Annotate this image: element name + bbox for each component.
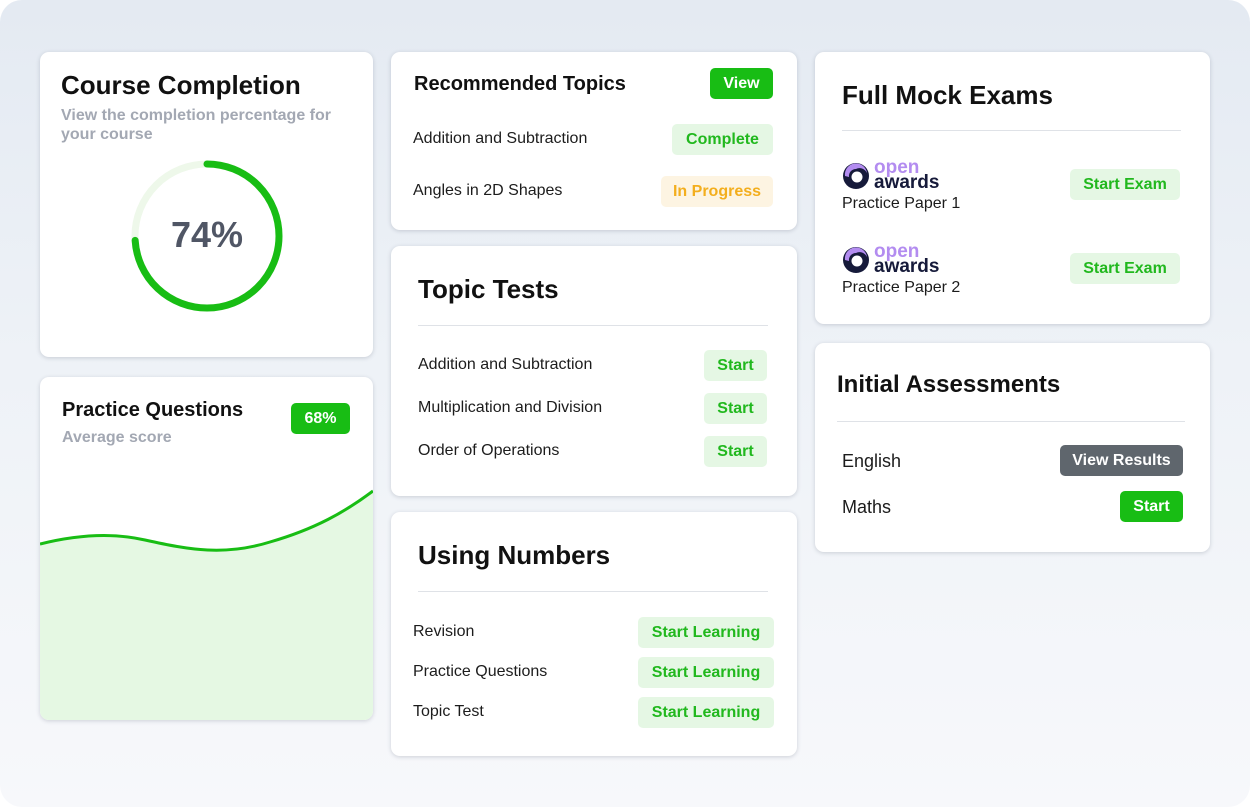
view-results-button[interactable]: View Results xyxy=(1060,445,1183,476)
topic-test-start-button[interactable]: Start xyxy=(704,436,767,467)
open-awards-logo-icon: open awards xyxy=(842,157,952,194)
completion-percent: 74% xyxy=(170,214,244,255)
topic-tests-divider xyxy=(418,325,768,326)
assessment-label: English xyxy=(842,451,902,471)
open-awards-mark-icon xyxy=(843,163,869,189)
using-numbers-label: Topic Test xyxy=(413,703,484,720)
recommended-topic-label: Angles in 2D Shapes xyxy=(413,182,563,199)
logo-awards-text: awards xyxy=(874,256,940,277)
course-completion-card: Course Completion View the completion pe… xyxy=(40,52,373,357)
start-learning-button[interactable]: Start Learning xyxy=(638,657,774,688)
assessment-label: Maths xyxy=(842,497,892,517)
view-topics-button[interactable]: View xyxy=(710,68,773,99)
practice-questions-card: Practice Questions Average score 68% xyxy=(40,377,373,720)
topic-test-start-button[interactable]: Start xyxy=(704,350,767,381)
open-awards-logo-icon: open awards xyxy=(842,241,952,278)
topic-tests-title: Topic Tests xyxy=(418,274,559,304)
topic-test-label: Order of Operations xyxy=(418,442,560,459)
using-numbers-divider xyxy=(418,591,768,592)
start-learning-button[interactable]: Start Learning xyxy=(638,617,774,648)
start-exam-button[interactable]: Start Exam xyxy=(1070,253,1180,284)
initial-assessments-card: Initial Assessments English View Results… xyxy=(815,343,1210,552)
topic-status-in-progress: In Progress xyxy=(661,176,773,207)
practice-paper-label: Practice Paper 1 xyxy=(842,195,961,212)
full-mock-exams-divider xyxy=(842,130,1181,131)
course-completion-title: Course Completion xyxy=(61,70,301,100)
recommended-topics-card: Recommended Topics View Addition and Sub… xyxy=(391,52,797,230)
initial-assessments-divider xyxy=(837,421,1185,422)
course-completion-subtitle: View the completion percentage for your … xyxy=(61,107,331,143)
start-learning-button[interactable]: Start Learning xyxy=(638,697,774,728)
topic-test-label: Multiplication and Division xyxy=(418,399,603,416)
full-mock-exams-title: Full Mock Exams xyxy=(842,80,1053,110)
full-mock-exams-card: Full Mock Exams open awards Practice Pap… xyxy=(815,52,1210,324)
topic-test-label: Addition and Subtraction xyxy=(418,356,593,373)
topic-tests-card: Topic Tests Addition and Subtraction Sta… xyxy=(391,246,797,496)
start-exam-button[interactable]: Start Exam xyxy=(1070,169,1180,200)
recommended-topics-title: Recommended Topics xyxy=(414,73,626,95)
using-numbers-label: Practice Questions xyxy=(413,663,548,680)
using-numbers-label: Revision xyxy=(413,623,475,640)
initial-assessments-title: Initial Assessments xyxy=(837,371,1061,398)
start-assessment-button[interactable]: Start xyxy=(1120,491,1183,522)
score-trend-area xyxy=(40,491,373,720)
recommended-topic-label: Addition and Subtraction xyxy=(413,130,588,147)
score-trend-chart xyxy=(40,489,373,720)
open-awards-mark-icon xyxy=(843,247,869,273)
practice-paper-label: Practice Paper 2 xyxy=(842,279,961,296)
topic-status-complete: Complete xyxy=(672,124,773,155)
using-numbers-title: Using Numbers xyxy=(418,540,611,570)
logo-awards-text: awards xyxy=(874,172,940,193)
dashboard-background: Course Completion View the completion pe… xyxy=(0,0,1250,807)
topic-test-start-button[interactable]: Start xyxy=(704,393,767,424)
using-numbers-card: Using Numbers Revision Start Learning Pr… xyxy=(391,512,797,756)
